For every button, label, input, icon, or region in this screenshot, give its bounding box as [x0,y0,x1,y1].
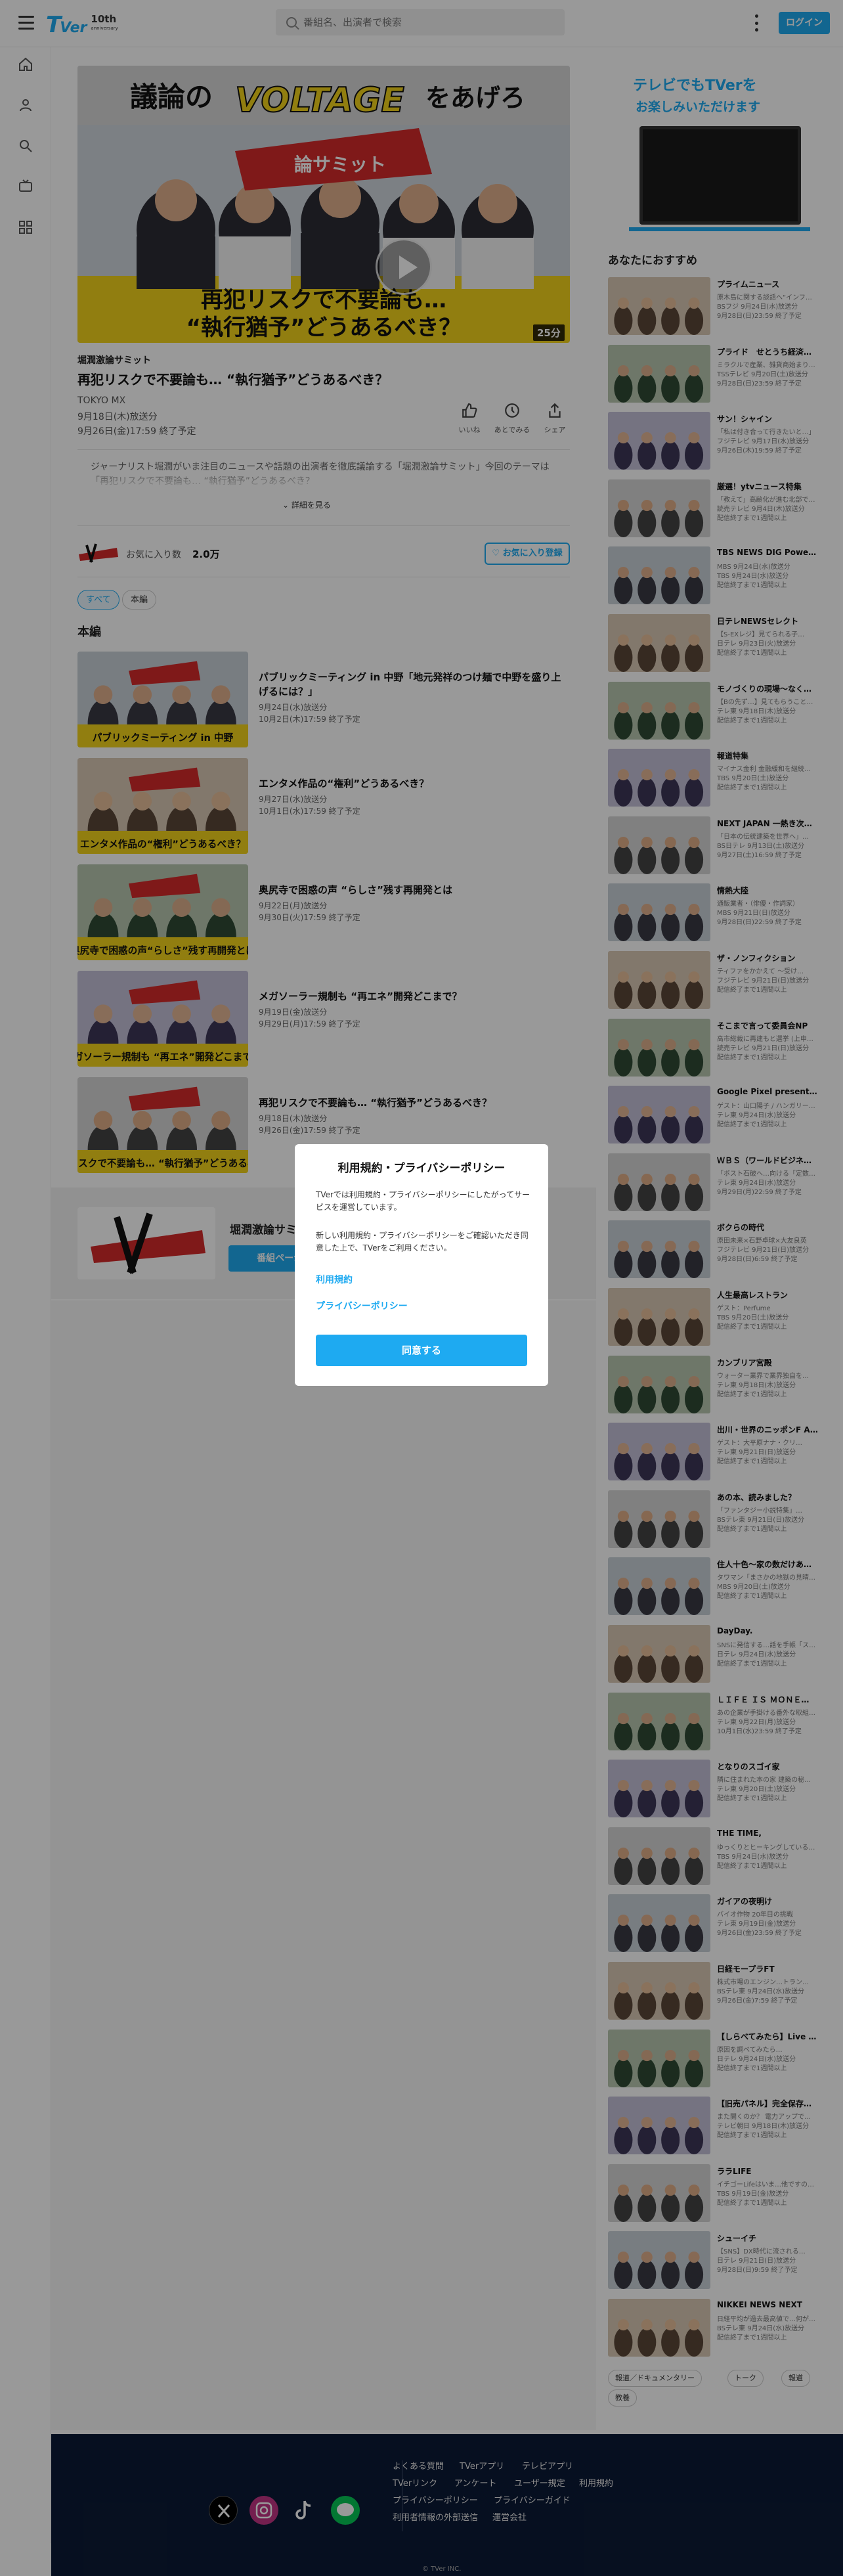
modal-title: 利用規約・プライバシーポリシー [337,1162,506,1175]
modal-text-1: TVerでは利用規約・プライバシーポリシーにしたがってサービスを運営しています。 [316,1190,530,1212]
modal-text-2: 新しい利用規約・プライバシーポリシーをご確認いただき同意した上で、TVerをご利… [316,1231,529,1253]
privacy-link[interactable]: プライバシーポリシー [316,1299,408,1312]
terms-modal: 利用規約・プライバシーポリシー TVerでは利用規約・プライバシーポリシーにした… [295,1144,548,1386]
agree-button[interactable]: 同意する [316,1335,527,1366]
terms-link[interactable]: 利用規約 [316,1273,353,1286]
